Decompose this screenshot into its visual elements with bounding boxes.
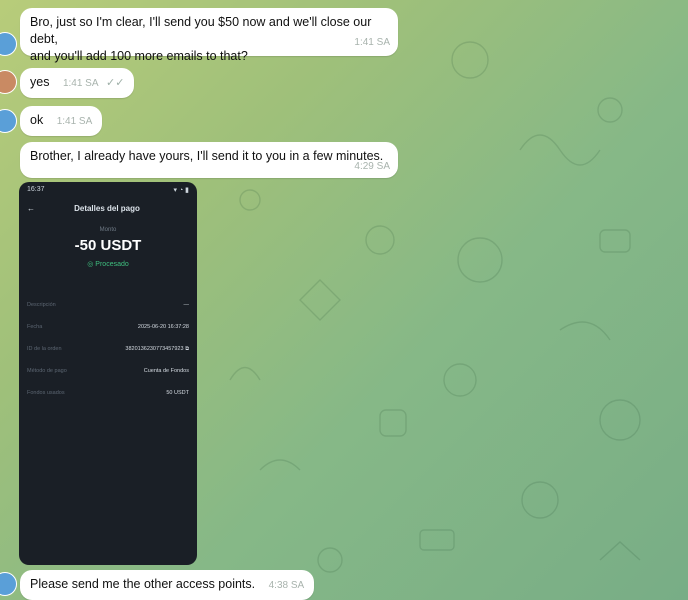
detail-row: Fecha 2025-06-20 16:37:28: [19, 316, 197, 338]
avatar[interactable]: [0, 572, 17, 596]
detail-value: 3820136230773457923 ⧉: [125, 346, 189, 353]
message-time: 1:41 SA: [354, 37, 390, 48]
message-bubble[interactable]: ok 1:41 SA: [20, 106, 103, 136]
message-time: 4:38 SA: [268, 580, 305, 591]
message-time: 1:41 SA: [62, 78, 99, 89]
detail-label: Descripción: [27, 302, 56, 308]
message-time: 1:41 SA: [56, 116, 93, 127]
detail-label: Fondos usados: [27, 390, 65, 396]
payment-status-text: Procesado: [95, 261, 129, 268]
detail-value: —: [183, 302, 190, 308]
detail-value: 50 USDT: [166, 390, 189, 396]
avatar[interactable]: [0, 70, 17, 94]
detail-row: Descripción —: [19, 294, 197, 316]
payment-screenshot-image[interactable]: 16:37 ▾ ◔ ▮ ← Detalles del pago Monto -5…: [19, 182, 197, 565]
payment-status: ◎ Procesado: [19, 260, 197, 268]
phone-status-icons: ▾ ◔ ▮: [173, 187, 189, 194]
copy-icon: ⧉: [185, 345, 189, 352]
detail-label: Fecha: [27, 324, 43, 330]
avatar[interactable]: [0, 32, 17, 56]
detail-row: Fondos usados 50 USDT: [19, 382, 197, 404]
read-check-icon: ✓✓: [106, 77, 125, 89]
message-bubble[interactable]: yes 1:41 SA ✓✓: [20, 68, 135, 98]
detail-value: 2025-06-20 16:37:28: [137, 324, 189, 330]
amount-caption: Monto: [99, 227, 117, 233]
avatar[interactable]: [0, 109, 17, 133]
message-text: Bro, just so I'm clear, I'll send you $5…: [30, 15, 372, 63]
payment-title: Detalles del pago: [74, 204, 140, 213]
detail-row: ID de la orden 3820136230773457923 ⧉: [19, 338, 197, 360]
message-bubble[interactable]: Please send me the other access points. …: [20, 570, 315, 600]
detail-label: Método de pago: [27, 368, 67, 374]
back-arrow-icon: ←: [27, 204, 35, 213]
message-text: yes: [30, 75, 50, 89]
payment-header: ← Detalles del pago: [19, 198, 197, 219]
order-id: 3820136230773457923: [125, 345, 184, 352]
payment-amount: -50 USDT: [74, 237, 142, 254]
message-bubble[interactable]: Brother, I already have yours, I'll send…: [20, 142, 398, 178]
check-circle-icon: ◎: [87, 261, 94, 268]
message-text: Brother, I already have yours, I'll send…: [30, 149, 384, 163]
message-text: Please send me the other access points.: [30, 577, 256, 591]
message-bubble[interactable]: Bro, just so I'm clear, I'll send you $5…: [20, 8, 398, 63]
phone-status-time: 16:37: [27, 186, 45, 193]
message-text: ok: [30, 113, 44, 127]
detail-value: Cuenta de Fondos: [143, 368, 189, 374]
detail-row: Método de pago Cuenta de Fondos: [19, 360, 197, 382]
phone-status-bar: 16:37 ▾ ◔ ▮: [19, 182, 197, 198]
detail-label: ID de la orden: [27, 346, 62, 352]
message-time: 4:29 SA: [354, 161, 390, 172]
